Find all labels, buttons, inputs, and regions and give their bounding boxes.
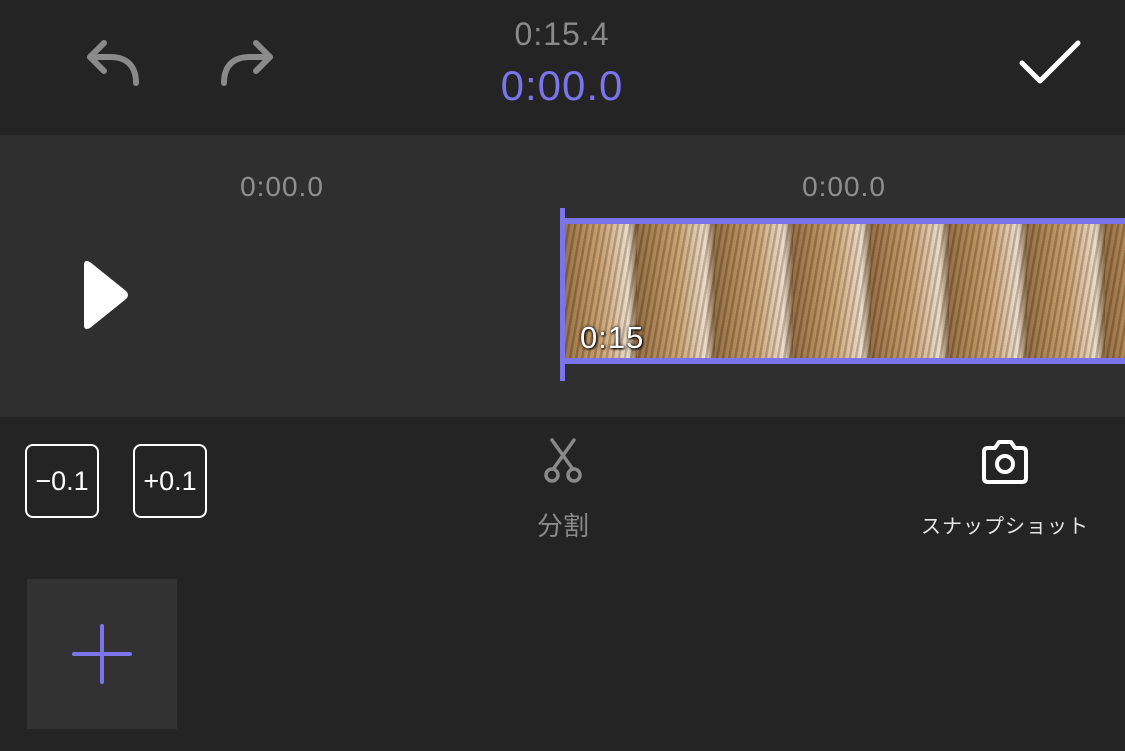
top-bar: 0:15.4 0:00.0 <box>0 0 1125 135</box>
undo-arrow-icon <box>87 40 139 86</box>
plus-icon <box>72 624 132 684</box>
play-button[interactable] <box>70 255 140 335</box>
video-clip[interactable]: 0:15 <box>562 218 1125 364</box>
clip-thumbnail <box>871 224 949 358</box>
current-time: 0:00.0 <box>500 62 624 109</box>
split-label: 分割 <box>536 511 589 541</box>
clip-thumbnail <box>793 224 871 358</box>
done-button[interactable] <box>1010 28 1090 98</box>
split-button[interactable]: 分割 <box>508 436 618 546</box>
scissors-icon <box>544 438 582 483</box>
snapshot-label: スナップショット <box>921 516 1089 538</box>
undo-button[interactable] <box>72 28 152 98</box>
camera-icon <box>982 440 1028 484</box>
timeline-panel: 0:00.0 0:00.0 0:15 <box>0 135 1125 417</box>
clip-duration-label: 0:15 <box>580 320 645 355</box>
clip-thumbnails <box>562 224 1125 358</box>
play-icon <box>84 261 128 329</box>
clip-thumbnail <box>949 224 1027 358</box>
playhead[interactable] <box>560 208 565 381</box>
step-forward-button[interactable]: +0.1 <box>133 444 207 518</box>
clip-thumbnail <box>715 224 793 358</box>
video-editor: 0:15.4 0:00.0 0:00.0 0:00.0 0:15 −0.1 +0… <box>0 0 1125 751</box>
clip-thumbnail <box>1105 224 1125 358</box>
redo-button[interactable] <box>208 28 288 98</box>
step-back-button[interactable]: −0.1 <box>25 444 99 518</box>
snapshot-button[interactable]: スナップショット <box>910 436 1100 546</box>
timeline-position-time: 0:00.0 <box>802 171 886 202</box>
clip-thumbnail <box>1027 224 1105 358</box>
redo-arrow-icon <box>221 40 273 86</box>
add-media-button[interactable] <box>27 579 177 729</box>
timeline-start-time: 0:00.0 <box>240 171 324 202</box>
total-duration: 0:15.4 <box>514 16 610 52</box>
clip-thumbnail <box>637 224 715 358</box>
checkmark-icon <box>1019 40 1081 84</box>
